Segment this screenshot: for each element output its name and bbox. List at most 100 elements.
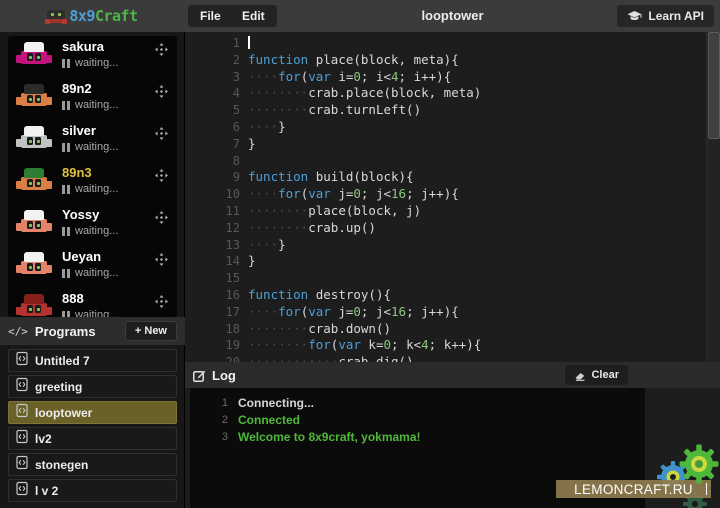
program-item[interactable]: lv2 — [8, 427, 177, 450]
crab-icon — [47, 10, 65, 23]
code-line[interactable]: 2function place(block, meta){ — [185, 52, 720, 69]
app-root: 8x9Craft File Edit looptower Learn API s… — [0, 0, 720, 508]
code-line[interactable]: 10····for(var j=0; j<16; j++){ — [185, 186, 720, 203]
code-line[interactable]: 8 — [185, 153, 720, 170]
log-title: Log — [212, 368, 236, 383]
player-name: sakura — [62, 39, 118, 54]
player-info: 89n3waiting... — [62, 165, 118, 204]
code-line[interactable]: 5········crab.turnLeft() — [185, 102, 720, 119]
move-crosshair-icon[interactable] — [155, 253, 169, 267]
line-number: 4 — [185, 85, 240, 102]
player-status-text: waiting... — [75, 141, 118, 153]
code-line[interactable]: 12········crab.up() — [185, 220, 720, 237]
log-entry-number: 2 — [190, 412, 228, 429]
pause-icon — [62, 185, 70, 194]
pause-icon — [62, 227, 70, 236]
code-line[interactable]: 15 — [185, 270, 720, 287]
player-row[interactable]: silver waiting... — [8, 120, 177, 162]
app-logo: 8x9Craft — [0, 0, 185, 32]
player-status-text: waiting... — [75, 57, 118, 69]
program-item[interactable]: Untitled 7 — [8, 349, 177, 372]
move-crosshair-icon[interactable] — [155, 127, 169, 141]
program-item[interactable]: greeting — [8, 375, 177, 398]
code-line[interactable]: 17····for(var j=0; j<16; j++){ — [185, 304, 720, 321]
program-item-label: looptower — [35, 406, 92, 420]
player-status-text: waiting... — [75, 267, 118, 279]
code-line[interactable]: 20············crab.dig() — [185, 354, 720, 362]
program-item[interactable]: looptower — [8, 401, 177, 424]
player-row[interactable]: 89n3waiting... — [8, 162, 177, 204]
programs-header: </> Programs + New — [0, 317, 185, 345]
learn-api-label: Learn API — [648, 9, 704, 23]
avatar-body — [21, 219, 47, 232]
scrollbar-thumb[interactable] — [708, 32, 720, 139]
code-editor[interactable]: 12function place(block, meta){3····for(v… — [185, 32, 720, 362]
clear-log-button[interactable]: Clear — [565, 365, 628, 385]
edit-menu-button[interactable]: Edit — [230, 5, 277, 27]
pause-icon — [62, 143, 70, 152]
log-entry: 3 Welcome to 8x9craft, yokmama! — [190, 429, 645, 446]
player-row[interactable]: sakura waiting... — [8, 36, 177, 78]
code-line[interactable]: 1 — [185, 35, 720, 52]
player-row[interactable]: 89n2waiting... — [8, 78, 177, 120]
player-status: waiting... — [62, 57, 118, 69]
code-line[interactable]: 14} — [185, 253, 720, 270]
line-number: 9 — [185, 169, 240, 186]
player-status: waiting... — [62, 309, 118, 317]
avatar-eye — [27, 137, 33, 145]
player-info: 89n2waiting... — [62, 81, 118, 120]
avatar-body — [21, 51, 47, 64]
program-item[interactable]: stonegen — [8, 453, 177, 476]
avatar-head — [24, 210, 44, 220]
editor-scrollbar[interactable] — [706, 32, 720, 362]
move-crosshair-icon[interactable] — [155, 85, 169, 99]
log-entry-text: Welcome to 8x9craft, yokmama! — [238, 429, 421, 446]
move-crosshair-icon[interactable] — [155, 43, 169, 57]
code-file-icon — [16, 403, 28, 423]
move-crosshair-icon[interactable] — [155, 169, 169, 183]
line-number: 8 — [185, 153, 240, 170]
log-entry-number: 1 — [190, 395, 228, 412]
player-status: waiting... — [62, 141, 118, 153]
move-crosshair-icon[interactable] — [155, 295, 169, 309]
code-line[interactable]: 16function destroy(){ — [185, 287, 720, 304]
code-line[interactable]: 4········crab.place(block, meta) — [185, 85, 720, 102]
app-logo-text: 8x9Craft — [69, 7, 137, 25]
player-row[interactable]: Yossywaiting... — [8, 204, 177, 246]
pause-icon — [62, 101, 70, 110]
code-line[interactable]: 18········crab.down() — [185, 321, 720, 338]
log-entry-text: Connected — [238, 412, 300, 429]
log-entry-number: 3 — [190, 429, 228, 446]
code-line[interactable]: 9function build(block){ — [185, 169, 720, 186]
player-name: silver — [62, 123, 118, 138]
line-number: 13 — [185, 237, 240, 254]
program-item[interactable]: l v 2 — [8, 479, 177, 502]
code-line[interactable]: 11········place(block, j) — [185, 203, 720, 220]
move-crosshair-icon[interactable] — [155, 211, 169, 225]
player-row[interactable]: 888waiting... — [8, 288, 177, 317]
file-menu-button[interactable]: File — [188, 5, 233, 27]
player-avatar-icon — [16, 126, 52, 152]
player-name: Ueyan — [62, 249, 118, 264]
code-line[interactable]: 7} — [185, 136, 720, 153]
avatar-body — [21, 177, 47, 190]
code-line[interactable]: 19········for(var k=0; k<4; k++){ — [185, 337, 720, 354]
pause-icon — [62, 269, 70, 278]
player-status: waiting... — [62, 183, 118, 195]
avatar-eye — [27, 305, 33, 313]
player-info: 888waiting... — [62, 291, 118, 317]
code-line[interactable]: 6····} — [185, 119, 720, 136]
line-number: 17 — [185, 304, 240, 321]
player-avatar-icon — [16, 84, 52, 110]
code-line[interactable]: 3····for(var i=0; i<4; i++){ — [185, 69, 720, 86]
pause-icon — [62, 59, 70, 68]
new-program-button[interactable]: + New — [125, 321, 177, 341]
code-lines: 12function place(block, meta){3····for(v… — [185, 32, 720, 362]
code-line[interactable]: 13····} — [185, 237, 720, 254]
avatar-eye — [27, 221, 33, 229]
player-row[interactable]: Ueyan waiting... — [8, 246, 177, 288]
avatar-body — [21, 261, 47, 274]
player-status-text: waiting... — [75, 225, 118, 237]
learn-api-button[interactable]: Learn API — [617, 5, 714, 27]
graduation-cap-icon — [627, 11, 642, 22]
